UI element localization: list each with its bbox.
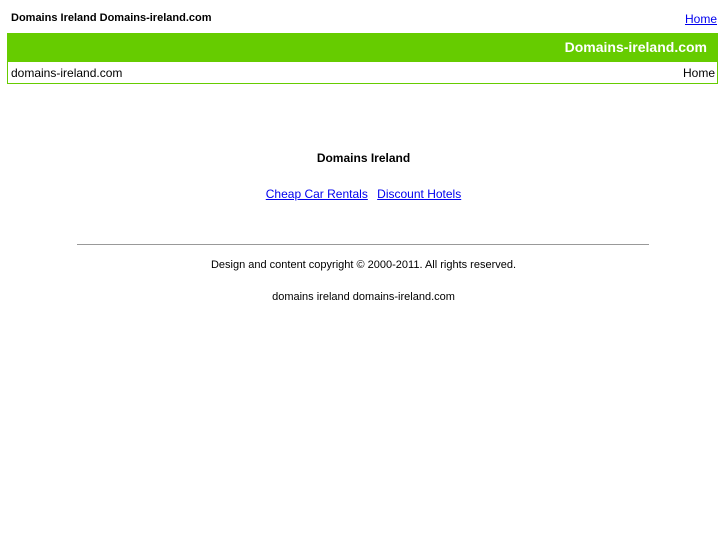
footer-text: domains ireland domains-ireland.com (272, 291, 455, 303)
site-title: Domains Ireland Domains-ireland.com (11, 12, 212, 24)
discount-hotels-link[interactable]: Discount Hotels (377, 187, 461, 201)
divider (77, 244, 649, 245)
nav-home[interactable]: Home (683, 66, 715, 80)
cheap-car-rentals-link[interactable]: Cheap Car Rentals (266, 187, 368, 201)
header-banner: Domains-ireland.com (8, 34, 717, 62)
home-link[interactable]: Home (685, 12, 717, 26)
top-bar: Domains Ireland Domains-ireland.com Home (11, 11, 717, 27)
header-subbar: domains-ireland.com Home (8, 63, 717, 84)
copyright-text: Design and content copyright © 2000-2011… (210, 259, 517, 271)
header-box: Domains-ireland.com domains-ireland.com … (7, 33, 718, 84)
brand-title: Domains-ireland.com (564, 39, 707, 55)
link-list: Cheap Car Rentals Discount Hotels (0, 187, 727, 201)
page-title: Domains Ireland (316, 151, 411, 165)
domain-label: domains-ireland.com (11, 66, 123, 80)
